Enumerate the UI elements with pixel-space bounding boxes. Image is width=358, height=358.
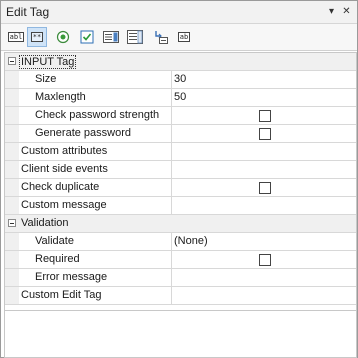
row-indent-margin bbox=[5, 233, 19, 250]
column-separator bbox=[171, 161, 172, 178]
column-separator bbox=[171, 179, 172, 196]
property-row[interactable]: Maxlength 50 bbox=[5, 89, 356, 107]
property-name: Required bbox=[35, 253, 80, 265]
property-name: Client side events bbox=[21, 163, 108, 175]
window-menu-dropdown-icon[interactable]: ▾ bbox=[326, 6, 337, 17]
property-checkbox[interactable] bbox=[259, 110, 271, 122]
row-indent-margin bbox=[5, 71, 19, 88]
column-separator bbox=[171, 107, 172, 124]
label-tool[interactable]: ab bbox=[174, 27, 194, 47]
column-separator bbox=[171, 233, 172, 250]
column-separator bbox=[171, 71, 172, 88]
window-title: Edit Tag bbox=[6, 5, 50, 19]
edit-tag-window: Edit Tag ▾ ✕ abl ** ab INPUT Tag Size 30… bbox=[0, 0, 358, 358]
row-indent-margin bbox=[5, 107, 19, 124]
property-row[interactable]: Check duplicate bbox=[5, 179, 356, 197]
column-separator bbox=[171, 125, 172, 142]
checkbox-tool[interactable] bbox=[77, 27, 97, 47]
row-indent-margin bbox=[5, 143, 19, 160]
property-name: Maxlength bbox=[35, 91, 86, 103]
property-value[interactable]: 30 bbox=[174, 73, 186, 85]
row-indent-margin bbox=[5, 161, 19, 178]
column-separator bbox=[171, 197, 172, 214]
property-name: Custom attributes bbox=[21, 145, 108, 157]
title-bar: Edit Tag ▾ ✕ bbox=[1, 1, 357, 24]
property-name: Size bbox=[35, 73, 57, 85]
property-grid: INPUT Tag Size 30 Maxlength 50 Check password… bbox=[4, 52, 357, 311]
column-separator bbox=[171, 143, 172, 160]
property-row[interactable]: Client side events bbox=[5, 161, 356, 179]
property-row[interactable]: Generate password bbox=[5, 125, 356, 143]
row-indent-margin bbox=[5, 251, 19, 268]
checkbox-icon bbox=[80, 30, 94, 44]
property-checkbox[interactable] bbox=[259, 128, 271, 140]
row-indent-margin bbox=[5, 125, 19, 142]
property-name: Check password strength bbox=[35, 109, 160, 121]
row-indent-margin bbox=[5, 287, 19, 304]
text-box-button[interactable]: abl bbox=[6, 27, 26, 47]
listbox-tool[interactable] bbox=[125, 27, 145, 47]
property-value[interactable]: (None) bbox=[174, 235, 208, 247]
property-row[interactable]: Custom Edit Tag bbox=[5, 287, 356, 305]
row-indent-margin bbox=[5, 89, 19, 106]
select-list-tool[interactable] bbox=[101, 27, 121, 47]
property-row[interactable]: Check password strength bbox=[5, 107, 356, 125]
property-row[interactable]: Size 30 bbox=[5, 71, 356, 89]
column-separator bbox=[171, 287, 172, 304]
radio-button-tool[interactable] bbox=[53, 27, 73, 47]
category-row[interactable]: INPUT Tag bbox=[5, 53, 356, 71]
property-name: Custom Edit Tag bbox=[21, 289, 102, 301]
category-label: INPUT Tag bbox=[19, 55, 77, 69]
property-value[interactable]: 50 bbox=[174, 91, 186, 103]
property-name: Validate bbox=[35, 235, 74, 247]
collapse-toggle-icon[interactable] bbox=[8, 57, 16, 65]
hidden-field-icon bbox=[155, 31, 168, 44]
description-area bbox=[4, 310, 357, 358]
category-label: Validation bbox=[21, 217, 69, 229]
hidden-field-tool[interactable] bbox=[151, 27, 171, 47]
property-name: Check duplicate bbox=[21, 181, 100, 193]
property-row[interactable]: Validate (None) bbox=[5, 233, 356, 251]
property-row[interactable]: Required bbox=[5, 251, 356, 269]
toolbar: abl ** ab bbox=[1, 24, 357, 51]
row-indent-margin bbox=[5, 269, 19, 286]
property-name: Custom message bbox=[21, 199, 107, 211]
category-row[interactable]: Validation bbox=[5, 215, 356, 233]
password-box-icon: ** bbox=[30, 32, 44, 42]
text-box-icon: abl bbox=[7, 32, 25, 42]
property-checkbox[interactable] bbox=[259, 254, 271, 266]
property-name: Error message bbox=[35, 271, 108, 283]
row-indent-margin bbox=[5, 197, 19, 214]
close-icon[interactable]: ✕ bbox=[341, 6, 352, 17]
listbox-icon bbox=[127, 30, 143, 44]
radio-button-icon bbox=[56, 30, 70, 44]
column-separator bbox=[171, 89, 172, 106]
property-row[interactable]: Custom message bbox=[5, 197, 356, 215]
select-list-icon bbox=[103, 31, 119, 43]
password-box-button[interactable]: ** bbox=[27, 27, 47, 47]
collapse-toggle-icon[interactable] bbox=[8, 219, 16, 227]
label-icon: ab bbox=[177, 32, 191, 42]
column-separator bbox=[171, 251, 172, 268]
property-row[interactable]: Custom attributes bbox=[5, 143, 356, 161]
property-name: Generate password bbox=[35, 127, 131, 139]
property-row[interactable]: Error message bbox=[5, 269, 356, 287]
row-indent-margin bbox=[5, 179, 19, 196]
property-checkbox[interactable] bbox=[259, 182, 271, 194]
column-separator bbox=[171, 269, 172, 286]
